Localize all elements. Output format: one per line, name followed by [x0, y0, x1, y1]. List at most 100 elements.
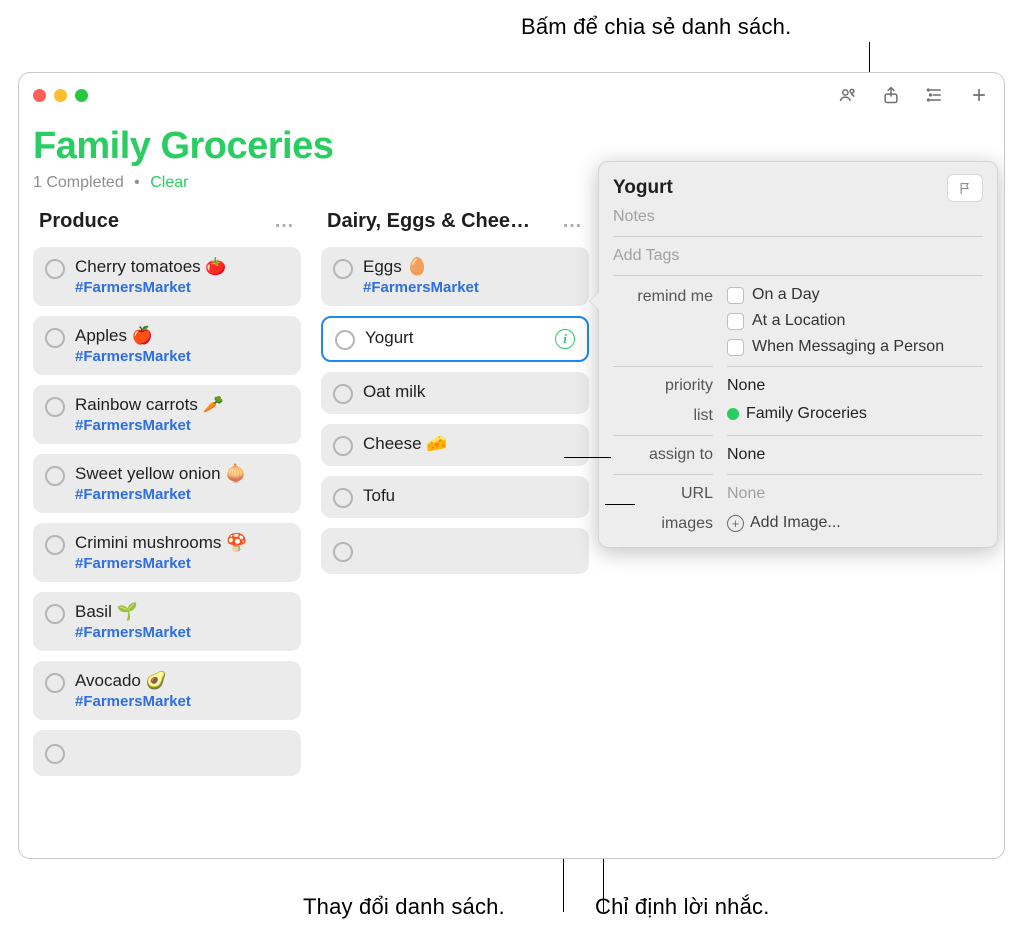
column-header: Dairy, Eggs & Chee… …	[321, 210, 589, 247]
complete-toggle[interactable]	[333, 436, 353, 456]
complete-toggle[interactable]	[333, 488, 353, 508]
column-dairy: Dairy, Eggs & Chee… … Eggs 🥚 #FarmersMar…	[321, 210, 589, 776]
reminder-title: Basil 🌱	[75, 602, 289, 622]
reminder-title: Cheese 🧀	[363, 434, 577, 454]
minimize-window[interactable]	[54, 89, 67, 102]
label-images: images	[613, 513, 713, 533]
complete-toggle[interactable]	[45, 673, 65, 693]
reminder-card[interactable]: Cherry tomatoes 🍅 #FarmersMarket	[33, 247, 301, 306]
complete-toggle[interactable]	[45, 604, 65, 624]
column-header: Produce …	[33, 210, 301, 247]
remind-at-location[interactable]: At a Location	[727, 312, 983, 330]
callout-share: Bấm để chia sẻ danh sách.	[521, 14, 791, 40]
complete-toggle[interactable]	[333, 384, 353, 404]
panel-fields: remind me On a Day At a Location When Me…	[613, 286, 983, 533]
reminder-tag[interactable]: #FarmersMarket	[75, 486, 289, 503]
new-reminder-card[interactable]: .	[33, 730, 301, 776]
collaborate-icon[interactable]	[836, 84, 858, 106]
reminder-title: Apples 🍎	[75, 326, 289, 346]
traffic-lights	[33, 89, 88, 102]
callout-tick-list	[564, 457, 611, 458]
complete-toggle[interactable]	[45, 466, 65, 486]
remind-on-day[interactable]: On a Day	[727, 286, 983, 304]
share-icon[interactable]	[880, 84, 902, 106]
callout-tick-assign	[605, 504, 635, 505]
reminder-tag[interactable]: #FarmersMarket	[75, 279, 289, 296]
column-produce: Produce … Cherry tomatoes 🍅 #FarmersMark…	[33, 210, 301, 776]
reminder-card[interactable]: Sweet yellow onion 🧅 #FarmersMarket	[33, 454, 301, 513]
reminder-title: Rainbow carrots 🥕	[75, 395, 289, 415]
reminder-title: Crimini mushrooms 🍄	[75, 533, 289, 553]
reminder-card[interactable]: Oat milk	[321, 372, 589, 414]
close-window[interactable]	[33, 89, 46, 102]
add-icon[interactable]	[968, 84, 990, 106]
reminder-card[interactable]: Avocado 🥑 #FarmersMarket	[33, 661, 301, 720]
reminder-tag[interactable]: #FarmersMarket	[75, 624, 289, 641]
list-select[interactable]: Family Groceries	[727, 405, 983, 425]
reminder-card-selected[interactable]: Yogurt i	[321, 316, 589, 362]
fullscreen-window[interactable]	[75, 89, 88, 102]
checkbox[interactable]	[727, 339, 744, 356]
notes-field[interactable]: Notes	[613, 208, 983, 226]
complete-toggle[interactable]	[45, 397, 65, 417]
label-list: list	[613, 405, 713, 425]
cards-list: Eggs 🥚 #FarmersMarket Yogurt i	[321, 247, 589, 574]
flag-button[interactable]	[947, 174, 983, 202]
reminder-tag[interactable]: #FarmersMarket	[75, 555, 289, 572]
list-name: Family Groceries	[746, 405, 867, 422]
panel-title[interactable]: Yogurt	[613, 177, 673, 199]
info-icon[interactable]: i	[555, 329, 575, 349]
column-menu-button[interactable]: …	[274, 210, 295, 233]
url-field[interactable]: None	[727, 474, 983, 503]
add-image-button[interactable]: + Add Image...	[727, 513, 983, 533]
complete-toggle[interactable]	[335, 330, 355, 350]
callout-change-list: Thay đổi danh sách.	[303, 894, 505, 920]
detail-panel: Yogurt Notes Add Tags remind me On a Day…	[598, 161, 998, 548]
complete-toggle[interactable]	[45, 744, 65, 764]
reminder-tag[interactable]: #FarmersMarket	[75, 348, 289, 365]
reminder-title: Eggs 🥚	[363, 257, 577, 277]
add-image-label: Add Image...	[750, 514, 841, 532]
label-assign: assign to	[613, 435, 713, 464]
label-remind: remind me	[613, 286, 713, 356]
reminder-tag[interactable]: #FarmersMarket	[75, 417, 289, 434]
complete-toggle[interactable]	[333, 542, 353, 562]
column-menu-button[interactable]: …	[562, 210, 583, 233]
priority-select[interactable]: None	[727, 366, 983, 395]
reminder-tag[interactable]: #FarmersMarket	[363, 279, 577, 296]
remind-when-messaging[interactable]: When Messaging a Person	[727, 338, 983, 356]
reminder-title: Cherry tomatoes 🍅	[75, 257, 289, 277]
checkbox[interactable]	[727, 313, 744, 330]
complete-toggle[interactable]	[45, 328, 65, 348]
reminder-title: Sweet yellow onion 🧅	[75, 464, 289, 484]
remind-option-label: On a Day	[752, 286, 820, 304]
assign-select[interactable]: None	[727, 435, 983, 464]
list-color-dot	[727, 408, 739, 420]
callout-assign: Chỉ định lời nhắc.	[595, 894, 770, 920]
reminder-card[interactable]: Rainbow carrots 🥕 #FarmersMarket	[33, 385, 301, 444]
completed-count: 1 Completed	[33, 174, 124, 191]
reminder-card[interactable]: Apples 🍎 #FarmersMarket	[33, 316, 301, 375]
column-title: Produce	[39, 210, 119, 233]
clear-completed-button[interactable]: Clear	[150, 174, 188, 191]
complete-toggle[interactable]	[45, 259, 65, 279]
reminder-card[interactable]: Crimini mushrooms 🍄 #FarmersMarket	[33, 523, 301, 582]
reminder-title: Yogurt	[365, 328, 545, 348]
view-icon[interactable]	[924, 84, 946, 106]
cards-list: Cherry tomatoes 🍅 #FarmersMarket Apples …	[33, 247, 301, 776]
reminder-card[interactable]: Basil 🌱 #FarmersMarket	[33, 592, 301, 651]
complete-toggle[interactable]	[45, 535, 65, 555]
remind-option-label: When Messaging a Person	[752, 338, 944, 356]
reminder-card[interactable]: Tofu	[321, 476, 589, 518]
reminder-card[interactable]: Eggs 🥚 #FarmersMarket	[321, 247, 589, 306]
complete-toggle[interactable]	[333, 259, 353, 279]
new-reminder-card[interactable]: .	[321, 528, 589, 574]
toolbar	[836, 84, 990, 106]
titlebar	[19, 73, 1004, 117]
reminder-tag[interactable]: #FarmersMarket	[75, 693, 289, 710]
checkbox[interactable]	[727, 287, 744, 304]
reminder-card[interactable]: Cheese 🧀	[321, 424, 589, 466]
reminder-title: Tofu	[363, 486, 577, 506]
tags-field[interactable]: Add Tags	[613, 247, 983, 265]
column-title: Dairy, Eggs & Chee…	[327, 210, 530, 233]
